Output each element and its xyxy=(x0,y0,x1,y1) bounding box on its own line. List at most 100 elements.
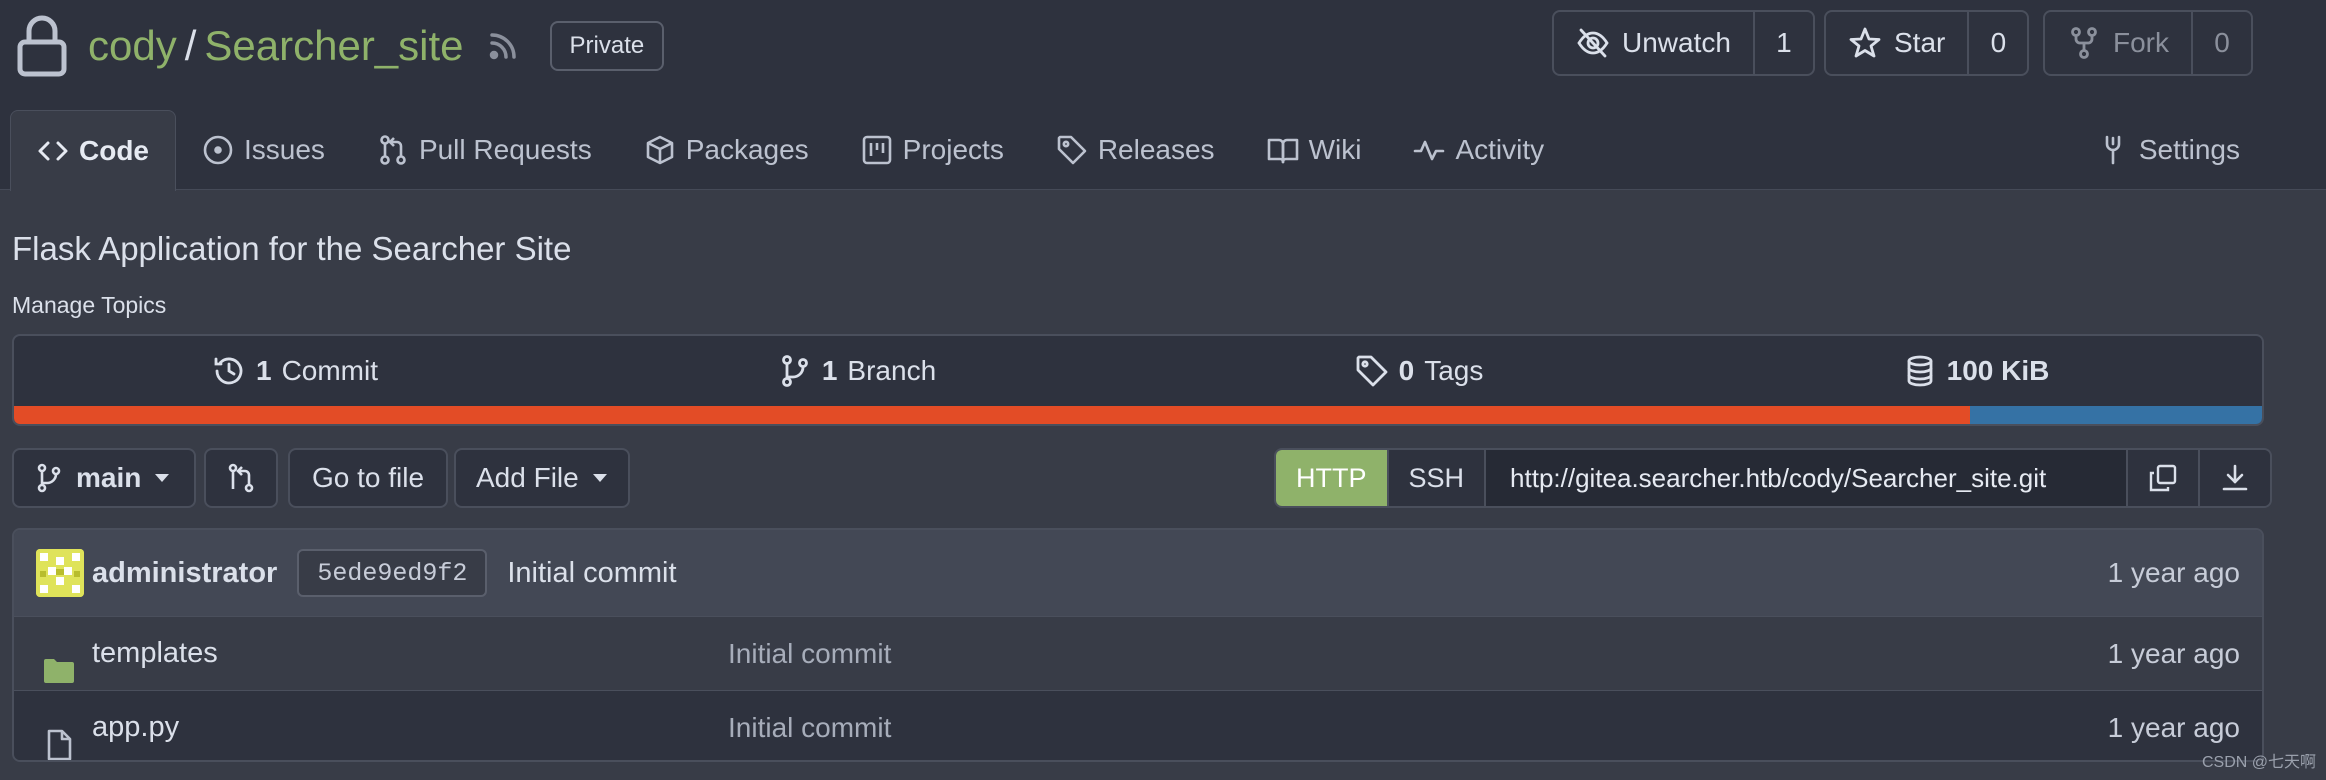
tag-icon xyxy=(1056,134,1098,166)
star-button[interactable]: Star xyxy=(1826,12,1970,74)
branches-count: 1 xyxy=(821,355,838,386)
tab-projects[interactable]: Projects xyxy=(835,110,1030,190)
tab-pull-requests-label: Pull Requests xyxy=(418,134,592,165)
package-icon xyxy=(644,134,686,166)
tab-pull-requests[interactable]: Pull Requests xyxy=(351,110,618,190)
avatar[interactable] xyxy=(36,549,92,597)
tab-wiki-label: Wiki xyxy=(1308,134,1362,165)
add-file-dropdown[interactable]: Add File xyxy=(454,448,630,508)
code-icon xyxy=(37,135,79,167)
commit-sha-badge[interactable]: 5ede9ed9f2 xyxy=(297,549,488,597)
watch-count[interactable]: 1 xyxy=(1755,12,1813,74)
branch-icon xyxy=(34,463,64,493)
commits-stat[interactable]: 1 Commit xyxy=(14,336,576,406)
tab-packages[interactable]: Packages xyxy=(618,110,835,190)
commits-label: Commit xyxy=(281,355,379,386)
clone-url-input[interactable] xyxy=(1486,450,2127,506)
file-age: 1 year ago xyxy=(2107,637,2240,669)
repo-toolbar: main Go to file Add File HTTP SSH xyxy=(12,448,2273,508)
language-bar[interactable] xyxy=(14,406,2262,424)
commit-author-link[interactable]: administrator xyxy=(92,557,277,590)
language-bar-segment[interactable] xyxy=(1969,406,2262,424)
size-stat: 100 KiB xyxy=(1700,336,2262,406)
unwatch-label: Unwatch xyxy=(1622,27,1731,58)
commit-age: 1 year ago xyxy=(2107,557,2240,588)
book-icon xyxy=(1267,134,1309,166)
tab-settings-label: Settings xyxy=(2138,134,2240,165)
tags-count: 0 xyxy=(1398,355,1415,386)
fork-label: Fork xyxy=(2113,27,2169,58)
clone-ssh-button[interactable]: SSH xyxy=(1386,450,1487,506)
chevron-down-icon xyxy=(155,474,170,482)
issue-icon xyxy=(202,134,244,166)
file-name-link[interactable]: app.py xyxy=(92,711,179,744)
tag-icon xyxy=(1355,354,1399,388)
commits-count: 1 xyxy=(255,355,272,386)
tab-code-label: Code xyxy=(79,135,149,166)
pulse-icon xyxy=(1413,134,1455,166)
latest-commit-row: administrator 5ede9ed9f2 Initial commit … xyxy=(14,530,2262,616)
unwatch-button[interactable]: Unwatch xyxy=(1554,12,1755,74)
fork-group: Fork 0 xyxy=(2043,10,2253,76)
file-commit-link[interactable]: Initial commit xyxy=(728,638,891,670)
tab-issues[interactable]: Issues xyxy=(176,110,351,190)
fork-button[interactable]: Fork xyxy=(2045,12,2193,74)
star-label: Star xyxy=(1894,27,1946,58)
file-name-link[interactable]: templates xyxy=(92,637,218,670)
star-count[interactable]: 0 xyxy=(1969,12,2027,74)
file-age: 1 year ago xyxy=(2107,711,2240,743)
repo-owner-link[interactable]: cody xyxy=(88,22,177,70)
language-bar-segment[interactable] xyxy=(14,406,1970,424)
branches-stat[interactable]: 1 Branch xyxy=(576,336,1138,406)
go-to-file-button[interactable]: Go to file xyxy=(288,448,448,508)
file-commit-link[interactable]: Initial commit xyxy=(728,712,891,744)
tab-projects-label: Projects xyxy=(902,134,1004,165)
watch-group: Unwatch 1 xyxy=(1552,10,1815,76)
add-file-label: Add File xyxy=(476,462,579,493)
clone-http-button[interactable]: HTTP xyxy=(1276,450,1387,506)
star-group: Star 0 xyxy=(1824,10,2030,76)
fork-icon xyxy=(2067,26,2113,60)
star-icon xyxy=(1848,26,1894,60)
repo-name-link[interactable]: Searcher_site xyxy=(204,22,463,70)
table-row: templates Initial commit 1 year ago xyxy=(14,616,2262,690)
fork-count[interactable]: 0 xyxy=(2193,12,2251,74)
tab-issues-label: Issues xyxy=(244,134,325,165)
repo-title-row: cody / Searcher_site Private xyxy=(16,8,665,84)
tab-settings[interactable]: Settings xyxy=(2071,110,2266,190)
copy-icon xyxy=(2148,463,2178,493)
branch-selector[interactable]: main xyxy=(12,448,196,508)
repo-size: 100 KiB xyxy=(1946,355,2050,386)
tags-label: Tags xyxy=(1424,355,1484,386)
history-icon xyxy=(212,354,256,388)
branch-name: main xyxy=(76,462,142,493)
download-button[interactable] xyxy=(2198,450,2271,506)
chevron-down-icon xyxy=(592,474,607,482)
repo-tabs: Code Issues Pull Requests Packages Proje… xyxy=(10,110,1570,191)
tab-wiki[interactable]: Wiki xyxy=(1241,110,1388,190)
download-icon xyxy=(2220,463,2250,493)
copy-url-button[interactable] xyxy=(2126,450,2199,506)
tab-activity-label: Activity xyxy=(1455,134,1545,165)
watermark: CSDN @七天啊 xyxy=(2201,754,2316,771)
rss-icon[interactable] xyxy=(464,29,520,63)
project-icon xyxy=(861,134,903,166)
compare-icon xyxy=(226,463,256,493)
tab-activity[interactable]: Activity xyxy=(1387,110,1570,190)
branch-icon xyxy=(778,354,822,388)
tab-releases[interactable]: Releases xyxy=(1030,110,1241,190)
manage-topics-link[interactable]: Manage Topics xyxy=(12,292,166,319)
database-icon xyxy=(1903,354,1947,388)
tools-icon xyxy=(2097,134,2139,166)
repo-path-separator: / xyxy=(184,22,197,69)
commit-message-link[interactable]: Initial commit xyxy=(507,557,676,590)
repo-stats: 1 Commit 1 Branch 0 Tags 100 KiB xyxy=(12,334,2264,426)
eye-slash-icon xyxy=(1576,26,1622,60)
file-table: administrator 5ede9ed9f2 Initial commit … xyxy=(12,528,2264,762)
tags-stat[interactable]: 0 Tags xyxy=(1138,336,1700,406)
compare-button[interactable] xyxy=(204,448,278,508)
repo-header: cody / Searcher_site Private Unwatch 1 S… xyxy=(0,0,2326,191)
tab-code[interactable]: Code xyxy=(10,110,176,191)
tab-releases-label: Releases xyxy=(1097,134,1215,165)
table-row: app.py Initial commit 1 year ago xyxy=(14,690,2262,760)
